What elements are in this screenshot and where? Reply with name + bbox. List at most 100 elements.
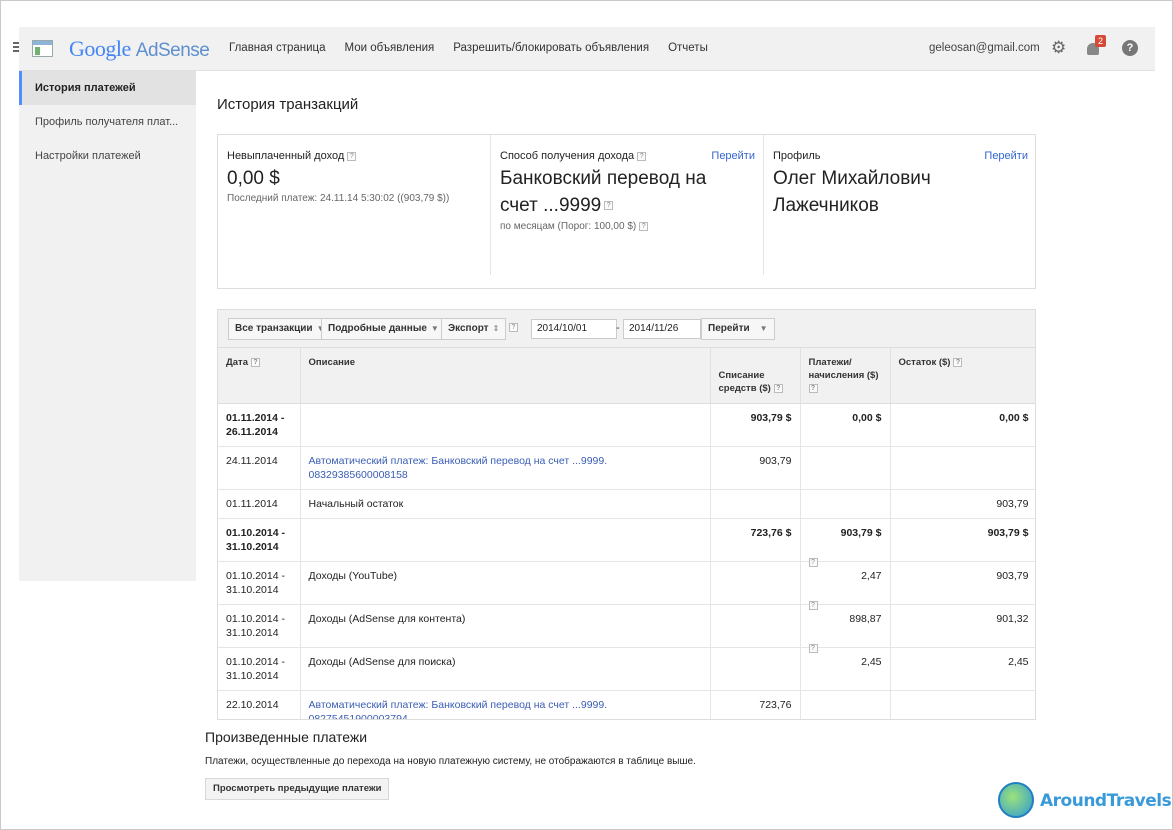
top-header: Google AdSense Главная страница Мои объяв… [13, 27, 1155, 71]
help-question-icon[interactable]: ? [773, 383, 783, 393]
col-payments-header[interactable]: Платежи/начисления ($)? [800, 348, 891, 404]
date-to-input[interactable]: 2014/11/26 [623, 319, 701, 339]
cell-description[interactable]: Автоматический платеж: Банковский перево… [300, 690, 711, 719]
col-debit-header[interactable]: Списание средств ($)? [710, 348, 801, 404]
sidebar-item-payee-profile[interactable]: Профиль получателя плат... [19, 105, 196, 139]
logo-google: Google [69, 36, 131, 61]
help-question-icon[interactable]: ? [808, 643, 818, 653]
help-question-icon[interactable]: ? [347, 151, 357, 161]
chevron-down-icon: ▼ [430, 324, 439, 333]
user-email[interactable]: geleosan@gmail.com [929, 42, 1040, 54]
period-summary-row: 01.10.2014 - 31.10.2014 723,76 $903,79 $9… [218, 518, 1035, 562]
date-range-dash: - [616, 322, 620, 334]
globe-icon [998, 782, 1034, 818]
cell-description[interactable]: Автоматический платеж: Банковский перево… [300, 446, 711, 490]
table-header-row: Дата? Описание Списание средств ($)? Плат… [218, 348, 1035, 404]
transactions-table: Дата? Описание Списание средств ($)? Плат… [218, 348, 1035, 719]
unpaid-value: 0,00 $ [227, 168, 280, 189]
cell-debit [710, 647, 801, 691]
detail-filter-dropdown[interactable]: Подробные данные ▼ [321, 318, 446, 340]
table-row: 01.10.2014 -31.10.2014 Доходы (YouTube)? 2… [218, 557, 1035, 605]
payment-link[interactable]: Автоматический платеж: Банковский перево… [309, 455, 608, 481]
help-question-icon[interactable]: ? [808, 600, 818, 610]
nav-home[interactable]: Главная страница [229, 42, 326, 54]
cell-debit: 903,79 [710, 446, 801, 490]
nav-reports[interactable]: Отчеты [668, 42, 708, 54]
help-icon[interactable]: ? [1122, 40, 1138, 56]
cell-date: 01.10.2014 - 31.10.2014 [218, 518, 301, 562]
help-question-icon[interactable]: ? [637, 151, 647, 161]
help-question-icon[interactable]: ? [604, 201, 614, 211]
cell-balance [890, 690, 1035, 719]
help-question-icon[interactable]: ? [639, 221, 649, 231]
table-row: 01.10.2014 -31.10.2014 Доходы (AdSense дл… [218, 643, 1035, 691]
cell-date: 22.10.2014 [218, 690, 301, 719]
cell-debit [710, 489, 801, 519]
cell-balance: 903,79 $ [890, 518, 1035, 562]
payments-made-title: Произведенные платежи [205, 729, 368, 745]
sidebar-item-payment-history[interactable]: История платежей [19, 71, 196, 105]
aroundtravels-watermark: AroundTravels [994, 772, 1173, 830]
cell-balance: 903,79 [890, 561, 1035, 605]
summary-panel: Невыплаченный доход? 0,00 $ Последний пл… [217, 134, 1036, 289]
col-description-header[interactable]: Описание [300, 348, 711, 404]
main-nav: Главная страница Мои объявления Разрешит… [229, 42, 708, 54]
cell-description: Доходы (AdSense для контента) [300, 604, 711, 648]
updown-arrows-icon: ⇕ [492, 324, 500, 333]
table-row: 24.11.2014 Автоматический платеж: Банковс… [218, 446, 1035, 490]
help-question-icon[interactable]: ? [808, 557, 818, 567]
transactions-filter-dropdown[interactable]: Все транзакции▼ [228, 318, 332, 340]
cell-date: 01.11.2014 - 26.11.2014 [218, 403, 301, 447]
cell-credit: 0,00 $ [800, 403, 891, 447]
cell-debit: 723,76 [710, 690, 801, 719]
chevron-down-icon: ▼ [759, 324, 768, 333]
table-toolbar: Все транзакции▼ Подробные данные▼ Экспор… [218, 310, 1035, 348]
date-from-input[interactable]: 2014/10/01 [531, 319, 617, 339]
menu-icon[interactable] [13, 42, 19, 54]
notifications-bell-icon[interactable]: 2 [1086, 35, 1107, 56]
cell-balance: 903,79 [890, 489, 1035, 519]
notification-badge: 2 [1095, 35, 1107, 47]
period-summary-row: 01.11.2014 - 26.11.2014 903,79 $0,00 $0,0… [218, 403, 1035, 447]
logo-product: AdSense [135, 40, 210, 61]
help-question-icon[interactable]: ? [953, 357, 963, 367]
table-row: 01.10.2014 -31.10.2014 Доходы (AdSense дл… [218, 600, 1035, 648]
export-dropdown[interactable]: Экспорт ⇕ [441, 318, 507, 340]
cell-debit: 903,79 $ [710, 403, 801, 447]
cell-date: 01.10.2014 -31.10.2014 [218, 647, 301, 691]
help-question-icon[interactable]: ? [808, 383, 818, 393]
cell-description: Доходы (YouTube) [300, 561, 711, 605]
nav-allow-block[interactable]: Разрешить/блокировать объявления [453, 42, 649, 54]
col-balance-header[interactable]: Остаток ($)? [890, 348, 1035, 404]
profile-go-link[interactable]: Перейти [984, 150, 1028, 162]
cell-date: 24.11.2014 [218, 446, 301, 490]
last-payment-note: Последний платеж: 24.11.14 5:30:02 ((903… [227, 193, 450, 204]
cell-credit [800, 489, 891, 519]
cell-credit: ? 2,45 [800, 643, 891, 691]
apps-icon[interactable] [32, 40, 53, 57]
table-row: 01.11.2014 Начальный остаток 903,79 [218, 489, 1035, 519]
cell-credit [800, 690, 891, 719]
cell-balance: 0,00 $ [890, 403, 1035, 447]
profile-name: Олег Михайлович Лажечников [773, 168, 931, 216]
payments-made-text: Платежи, осуществленные до перехода на н… [205, 756, 696, 767]
sidebar: История платежей Профиль получателя плат… [19, 71, 196, 581]
col-date-header[interactable]: Дата? [218, 348, 301, 404]
cell-description [300, 518, 711, 562]
profile-card: Профиль Перейти Олег Михайлович Лажечник… [763, 135, 1036, 275]
view-previous-payments-button[interactable]: Просмотреть предыдущие платежи [205, 778, 390, 800]
cell-debit [710, 561, 801, 605]
gear-icon[interactable]: ⚙ [1051, 39, 1067, 56]
help-question-icon[interactable]: ? [251, 357, 260, 367]
transactions-table-panel: Все транзакции▼ Подробные данные▼ Экспор… [217, 309, 1036, 720]
go-button[interactable]: Перейти ▼ [701, 318, 775, 340]
adsense-logo[interactable]: Google AdSense [69, 36, 210, 62]
payment-method-go-link[interactable]: Перейти [711, 150, 755, 162]
nav-my-ads[interactable]: Мои объявления [345, 42, 435, 54]
cell-credit [800, 446, 891, 490]
payment-link[interactable]: Автоматический платеж: Банковский перево… [309, 699, 608, 719]
cell-date: 01.10.2014 -31.10.2014 [218, 604, 301, 648]
sidebar-item-payment-settings[interactable]: Настройки платежей [19, 139, 196, 173]
help-question-icon[interactable]: ? [509, 323, 518, 332]
unpaid-label: Невыплаченный доход [227, 150, 345, 162]
